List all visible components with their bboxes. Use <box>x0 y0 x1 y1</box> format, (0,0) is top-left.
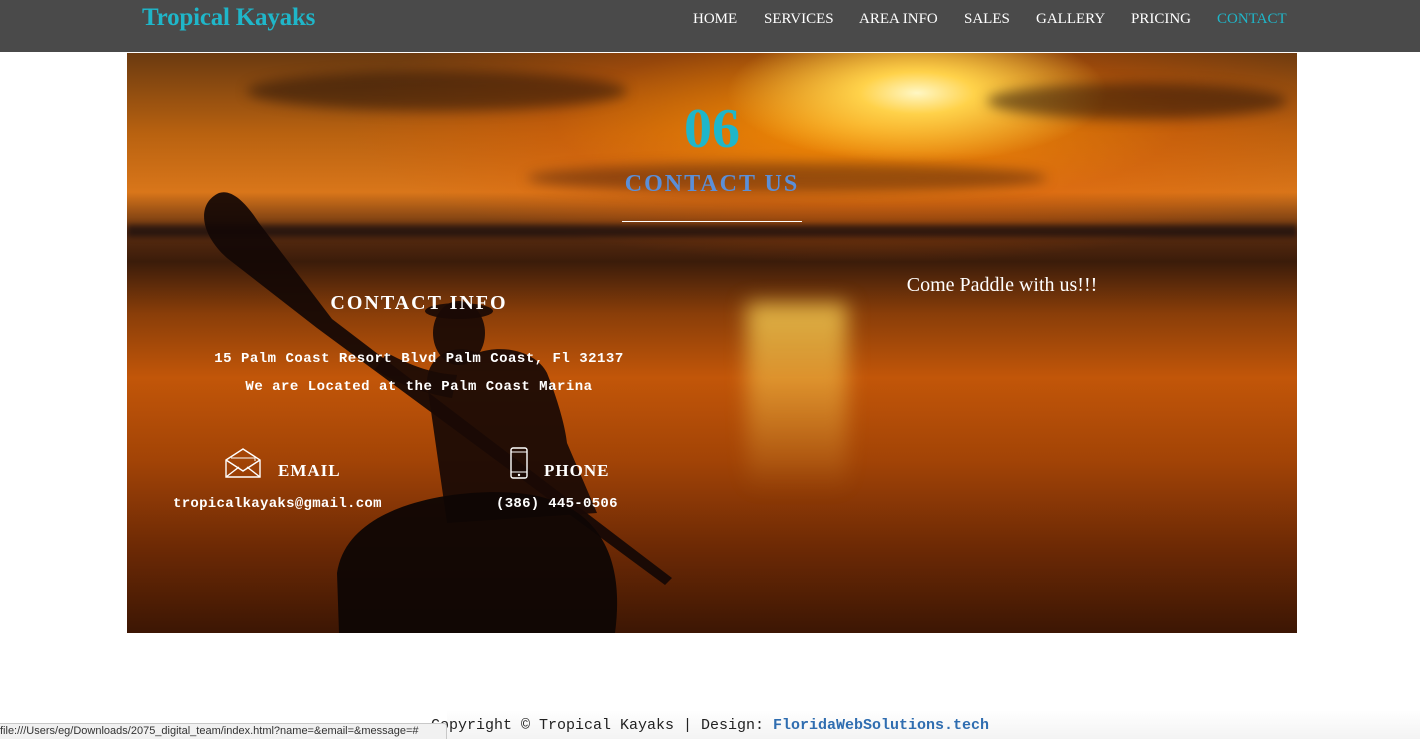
browser-status-bar: file:///Users/eg/Downloads/2075_digital_… <box>0 723 447 739</box>
contact-section: 06 CONTACT US CONTACT INFO 15 Palm Coast… <box>127 53 1297 633</box>
nav-gallery[interactable]: GALLERY <box>1036 11 1105 28</box>
designer-link[interactable]: FloridaWebSolutions.tech <box>773 717 989 734</box>
nav-sales[interactable]: SALES <box>964 11 1010 28</box>
contact-info-heading: CONTACT INFO <box>330 292 508 314</box>
location-note: We are Located at the Palm Coast Marina <box>245 379 593 395</box>
nav-home[interactable]: HOME <box>693 11 737 28</box>
section-title: CONTACT US <box>624 171 800 197</box>
phone-link[interactable]: (386) 445-0506 <box>496 496 618 512</box>
tagline: Come Paddle with us!!! <box>906 274 1098 296</box>
section-number: 06 <box>684 98 740 160</box>
mobile-phone-icon <box>510 447 528 479</box>
main-nav: HOME SERVICES AREA INFO SALES GALLERY PR… <box>0 11 1420 31</box>
email-link[interactable]: tropicalkayaks@gmail.com <box>173 496 382 512</box>
nav-services[interactable]: SERVICES <box>764 11 834 28</box>
status-url: file:///Users/eg/Downloads/2075_digital_… <box>0 725 419 737</box>
copyright-text: Copyright © Tropical Kayaks | Design: <box>430 717 773 734</box>
nav-pricing[interactable]: PRICING <box>1131 11 1191 28</box>
nav-contact[interactable]: CONTACT <box>1217 11 1287 28</box>
envelope-icon <box>225 448 261 478</box>
email-label: EMAIL <box>278 461 341 480</box>
phone-label: PHONE <box>544 461 610 480</box>
nav-area-info[interactable]: AREA INFO <box>859 11 938 28</box>
address-line: 15 Palm Coast Resort Blvd Palm Coast, Fl… <box>214 351 624 367</box>
title-divider <box>622 221 802 222</box>
top-navbar: Tropical Kayaks HOME SERVICES AREA INFO … <box>0 0 1420 52</box>
